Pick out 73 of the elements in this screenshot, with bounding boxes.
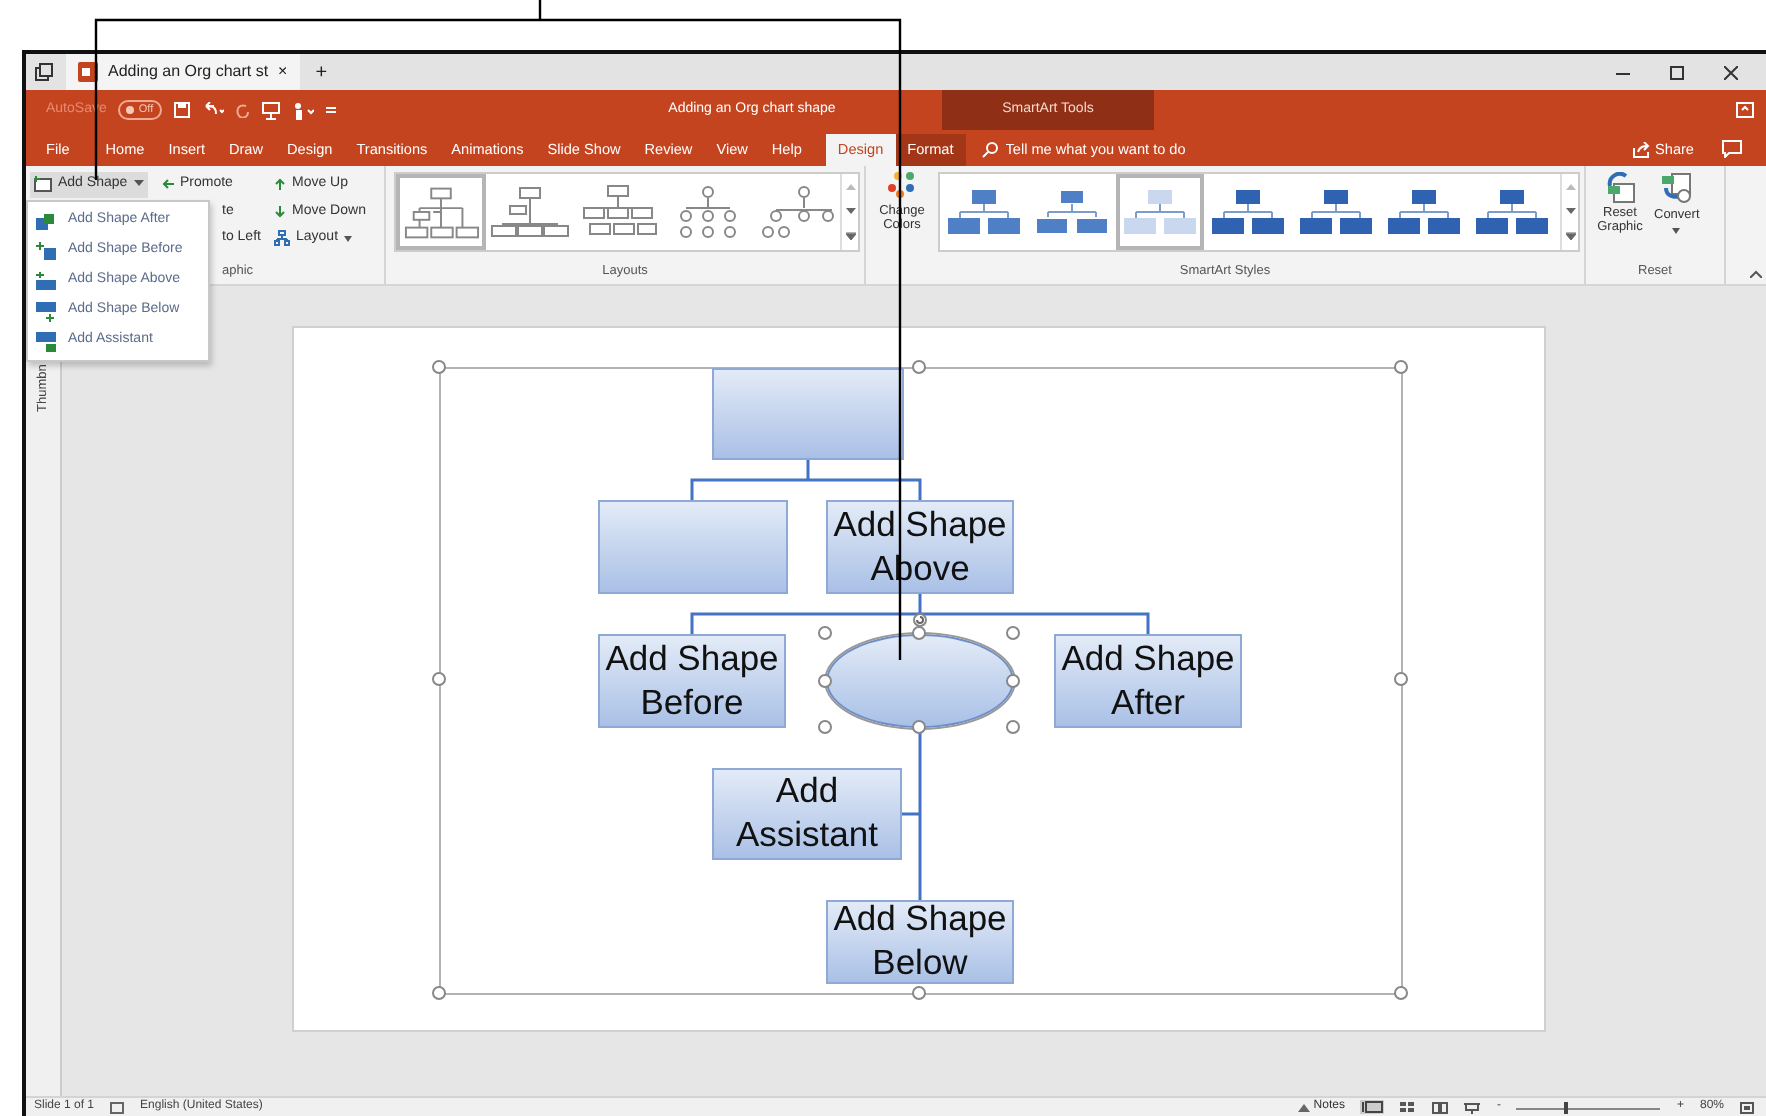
down-arrow-icon — [274, 205, 286, 218]
share-icon — [1631, 142, 1650, 158]
selection-handle[interactable] — [818, 720, 832, 734]
selection-handle[interactable] — [1006, 673, 1020, 687]
selection-handle[interactable] — [818, 626, 832, 640]
more-icon[interactable] — [845, 232, 856, 241]
tab-title: Adding an Org chart st — [108, 60, 269, 84]
normal-view-icon[interactable] — [1360, 1100, 1385, 1114]
ribbon-display-icon[interactable] — [1736, 102, 1754, 118]
collapse-ribbon-icon[interactable] — [1750, 270, 1762, 278]
more-icon[interactable] — [1565, 232, 1575, 241]
zoom-slider[interactable] — [1516, 1101, 1661, 1113]
selection-handle[interactable] — [1006, 720, 1020, 734]
caret-icon — [1672, 227, 1681, 234]
selection-handle[interactable] — [1006, 626, 1020, 640]
frame-handle[interactable] — [432, 672, 446, 686]
org-shape-icon — [36, 241, 56, 261]
reset-graphic-icon — [1604, 172, 1636, 204]
presenter-icon[interactable] — [261, 101, 280, 119]
add-shape-icon — [34, 176, 52, 193]
presentation-app-icon — [78, 62, 98, 82]
smartart-frame[interactable] — [439, 367, 1403, 995]
style-thumbnail[interactable] — [1116, 174, 1204, 250]
org-shape-icon — [36, 331, 56, 351]
selection-handle[interactable] — [912, 720, 926, 734]
hierarchy-icon — [274, 230, 290, 247]
org-chart-shape[interactable]: Add Assistant — [712, 768, 902, 860]
document-tab[interactable]: Adding an Org chart st × — [66, 54, 300, 90]
new-tab-button[interactable]: + — [315, 57, 328, 87]
frame-handle[interactable] — [1394, 360, 1408, 374]
org-chart-shape[interactable]: Add Shape Before — [598, 634, 786, 728]
search-icon — [981, 142, 998, 158]
color-dots-icon — [888, 172, 916, 198]
fit-to-window-icon[interactable] — [1740, 1101, 1754, 1113]
maximize-icon[interactable] — [1670, 65, 1684, 79]
caret-icon — [133, 180, 144, 189]
frame-handle[interactable] — [912, 360, 926, 374]
org-chart-shape[interactable]: Add Shape After — [1054, 634, 1242, 728]
scroll-down-icon[interactable] — [845, 207, 856, 214]
window-icon[interactable] — [34, 62, 54, 82]
close-icon[interactable] — [1724, 65, 1738, 79]
spelling-icon[interactable] — [110, 1101, 125, 1113]
reading-view-icon[interactable] — [1432, 1101, 1449, 1113]
up-arrow-icon — [274, 178, 286, 191]
convert-icon — [1660, 172, 1693, 204]
org-shape-icon — [36, 211, 56, 231]
left-arrow-icon — [162, 178, 174, 191]
org-shape-icon — [36, 301, 56, 321]
frame-handle[interactable] — [1394, 986, 1408, 1000]
notes-icon — [1297, 1102, 1310, 1112]
save-icon[interactable] — [173, 102, 190, 118]
comments-icon[interactable] — [1722, 140, 1742, 158]
frame-handle[interactable] — [432, 360, 446, 374]
caret-icon — [344, 235, 353, 242]
zoom-slider-thumb[interactable] — [1563, 1101, 1568, 1113]
close-tab-button[interactable]: × — [278, 60, 288, 84]
customize-toolbar-icon[interactable] — [325, 102, 336, 118]
scroll-down-icon[interactable] — [1565, 207, 1575, 214]
selection-handle[interactable] — [818, 673, 832, 687]
redo-icon[interactable] — [235, 102, 250, 118]
frame-handle[interactable] — [912, 986, 926, 1000]
frame-handle[interactable] — [1394, 672, 1408, 686]
touch-mode-icon[interactable] — [291, 101, 314, 119]
org-chart-shape[interactable] — [826, 634, 1014, 728]
undo-icon[interactable] — [201, 102, 224, 118]
org-shape-icon — [36, 271, 56, 291]
slideshow-icon[interactable] — [1464, 1101, 1481, 1113]
rotate-handle-icon[interactable] — [912, 612, 928, 628]
frame-handle[interactable] — [432, 986, 446, 1000]
org-chart-shape[interactable]: Add Shape Below — [826, 900, 1014, 984]
layout-thumbnail[interactable] — [396, 174, 486, 250]
slide-sorter-icon[interactable] — [1400, 1101, 1417, 1113]
selection-handle[interactable] — [912, 626, 926, 640]
